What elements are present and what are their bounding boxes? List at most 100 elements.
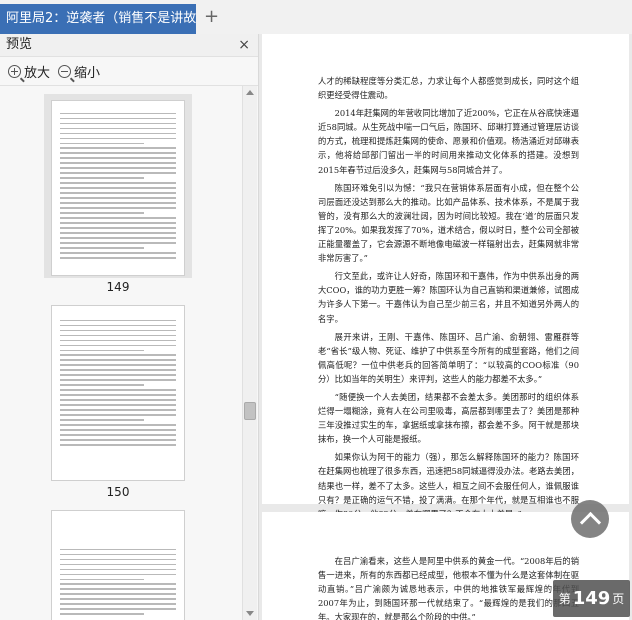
thumbnail-text-line	[60, 197, 176, 199]
page-text: 人才的稀缺程度等分类汇总，力求让每个人都感觉到成长，同时这个组织更经受得住震动。…	[262, 34, 629, 521]
zoom-in-label: 放大	[24, 66, 51, 81]
thumbnail-text-line	[60, 613, 144, 615]
thumbnail-text-line	[60, 122, 176, 124]
thumbnail-text-line	[60, 177, 144, 179]
page-thumbnail[interactable]	[51, 305, 185, 481]
thumbnail-text-line	[60, 167, 176, 169]
close-icon[interactable]: ×	[238, 34, 250, 56]
thumbnail-text-line	[60, 578, 144, 580]
thumbnail-text-line	[60, 409, 176, 411]
thumbnail-text-line	[60, 374, 176, 376]
paragraph: 人才的稀缺程度等分类汇总，力求让每个人都感觉到成长，同时这个组织更经受得住震动。	[318, 76, 579, 101]
thumbnail-text-line	[60, 593, 176, 595]
thumbnail-text-line	[60, 334, 176, 336]
zoom-out-button[interactable]: 缩小	[58, 62, 100, 81]
thumbnail-text-line	[60, 329, 176, 331]
thumbnail-text-line	[60, 359, 176, 361]
back-to-top-button[interactable]	[571, 500, 609, 538]
thumbnail-text-line	[60, 142, 144, 144]
tab-title: 阿里局2：逆袭者（销售不是讲故事	[6, 11, 196, 26]
zoom-toolbar: 放大 缩小	[0, 57, 258, 86]
thumbnail-text-line	[60, 339, 176, 341]
thumbnail-text-line	[60, 324, 176, 326]
sidebar-scrollbar[interactable]	[242, 86, 257, 620]
page-indicator: 第 149 页	[553, 580, 630, 617]
thumbnail-text-line	[60, 379, 176, 381]
thumbnail-list: 149 150	[0, 86, 242, 620]
thumbnail-text-line	[60, 439, 176, 441]
thumbnail-text-line	[60, 117, 176, 119]
document-page: 人才的稀缺程度等分类汇总，力求让每个人都感觉到成长，同时这个组织更经受得住震动。…	[262, 34, 629, 519]
thumbnail-text-line	[60, 152, 176, 154]
page-prefix: 第	[558, 592, 571, 606]
thumbnail-text-line	[60, 558, 176, 560]
scroll-thumb[interactable]	[244, 402, 256, 420]
new-tab-icon[interactable]: +	[204, 6, 219, 28]
paragraph: 2014年赶集网的年营收同比增加了近200%，它正在从谷底快速逼近58同城。从生…	[318, 108, 579, 175]
thumbnail-text-line	[60, 399, 176, 401]
thumbnail-text-line	[60, 349, 144, 351]
zoom-out-label: 缩小	[74, 66, 101, 81]
thumbnail-text-line	[60, 217, 176, 219]
thumbnail-text-line	[60, 247, 144, 249]
paragraph: 陈国环难免引以为憾：“我只在营销体系层面有小成，但在整个公司层面还没达到那么大的…	[318, 182, 579, 264]
thumbnail-text-line	[60, 598, 176, 600]
thumbnail-text-line	[60, 384, 144, 386]
thumbnail-text-line	[60, 573, 176, 575]
thumbnail-text-line	[60, 232, 176, 234]
thumbnail-text-line	[60, 227, 176, 229]
thumbnail-text-line	[60, 369, 176, 371]
page-suffix: 页	[612, 592, 625, 606]
sidebar-header: 预览 ×	[0, 34, 258, 57]
thumbnail-text-line	[60, 252, 176, 254]
thumbnail-text-line	[60, 182, 176, 184]
thumbnail-text-line	[60, 112, 176, 114]
thumbnail-text-line	[60, 414, 176, 416]
paragraph: 在吕广渝看来，这些人是阿里中供系的黄金一代。“2008年后的销售一进来，所有的东…	[318, 556, 579, 620]
scroll-up-icon[interactable]	[246, 90, 254, 95]
thumbnail-text-line	[60, 588, 176, 590]
scroll-down-icon[interactable]	[246, 611, 254, 616]
thumbnail-page-number: 149	[106, 280, 130, 294]
thumbnail-text-line	[60, 242, 176, 244]
thumbnail-text-line	[60, 187, 176, 189]
thumbnail-text-line	[60, 394, 176, 396]
current-page-number: 149	[572, 588, 611, 609]
thumbnail-text-line	[60, 147, 176, 149]
preview-sidebar: 预览 × 放大 缩小 149 150	[0, 34, 259, 620]
tab-bar: 阿里局2：逆袭者（销售不是讲故事 +	[0, 0, 632, 35]
thumbnail-text-line	[60, 419, 144, 421]
thumbnail-text-line	[60, 563, 176, 565]
page-thumbnail[interactable]	[51, 510, 185, 620]
page-thumbnail[interactable]	[51, 100, 185, 276]
paragraph: 展开来讲，王刚、干嘉伟、陈国环、吕广渝、俞朝翎、雷雁群等老“省长”级人物、死证、…	[318, 331, 579, 384]
thumbnail-text-line	[60, 202, 176, 204]
document-tab[interactable]: 阿里局2：逆袭者（销售不是讲故事	[0, 4, 196, 34]
sidebar-title: 预览	[6, 37, 33, 52]
thumbnail-text-line	[60, 222, 176, 224]
paragraph: “随便换一个人去美团，结果都不会差太多。美团那时的组织体系烂得一塌糊涂，竟有人在…	[318, 391, 579, 445]
thumbnail-text-line	[60, 434, 176, 436]
thumbnail-text-line	[60, 172, 176, 174]
thumbnail-text-line	[60, 553, 176, 555]
paragraph: 如果你认为阿干的能力（强），那怎么解释陈国环的能力？陈国环在赶集网也梳理了很多东…	[318, 452, 579, 518]
thumbnail-text-line	[60, 162, 176, 164]
zoom-out-icon	[58, 65, 71, 78]
paragraph: 行文至此，或许让人好奇，陈国环和干嘉伟，作为中供系出身的两大COO，谁的功力更胜…	[318, 271, 579, 324]
thumbnail-text-line	[60, 132, 176, 134]
thumbnail-text-line	[60, 257, 176, 259]
thumbnail-text-line	[60, 389, 176, 391]
thumbnail-text-line	[60, 207, 176, 209]
zoom-in-button[interactable]: 放大	[8, 62, 50, 81]
thumbnail-text-line	[60, 354, 176, 356]
thumbnail-text-line	[60, 603, 176, 605]
thumbnail-text-line	[60, 319, 176, 321]
thumbnail-text-line	[60, 424, 176, 426]
thumbnail-text-line	[60, 404, 176, 406]
thumbnail-text-line	[60, 548, 176, 550]
thumbnail-page-number: 150	[106, 485, 130, 499]
thumbnail-text-line	[60, 344, 176, 346]
thumbnail-text-line	[60, 192, 176, 194]
chevron-up-icon	[579, 511, 602, 534]
thumbnail-text-line	[60, 127, 176, 129]
